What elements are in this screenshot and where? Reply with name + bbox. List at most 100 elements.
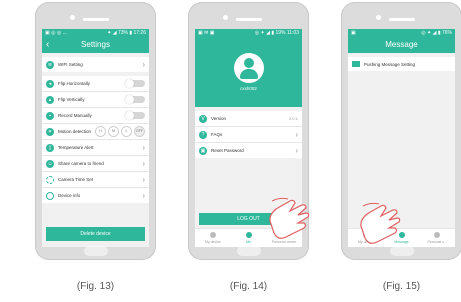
temperature-icon: ▯ <box>46 143 54 152</box>
row-flip-vertically[interactable]: ▴ Flip Vertically <box>42 92 149 108</box>
status-right: ◎ ✦ ◢ ▮ 76% <box>421 30 452 36</box>
faq-icon: ? <box>199 130 207 139</box>
home-button <box>83 246 108 256</box>
flip-horizontal-toggle[interactable] <box>125 79 145 88</box>
row-reset-password[interactable]: ▣ Reset Password › <box>195 143 302 158</box>
settings-group-2: ◂ Flip Horizontally ▴ Flip Vertically ▪ … <box>42 76 149 203</box>
row-label: Share camera to friend <box>58 161 104 166</box>
figure-caption: (Fig. 14) <box>229 281 268 292</box>
settings-group-1: ≋ WIFI Setting › <box>42 57 149 72</box>
speaker <box>235 18 262 21</box>
info-icon <box>46 191 54 200</box>
profile-header: cxxh002 <box>195 37 302 107</box>
avatar-icon[interactable] <box>233 53 264 83</box>
person-icon <box>245 232 252 238</box>
row-label: Version <box>211 116 227 121</box>
row-label: Motion detection <box>58 129 92 134</box>
row-record-manually[interactable]: ▪ Record Manually <box>42 108 149 124</box>
speaker <box>388 18 415 21</box>
chevron-right-icon: › <box>142 159 145 168</box>
tab-label: Me <box>246 240 251 244</box>
page-title: Settings <box>81 40 110 49</box>
front-camera <box>375 15 381 20</box>
row-faqs[interactable]: ? FAQs › <box>195 127 302 143</box>
row-flip-horizontally[interactable]: ◂ Flip Horizontally <box>42 76 149 92</box>
row-label: Flip Horizontally <box>58 81 91 86</box>
share-icon: ☺ <box>46 159 54 168</box>
motion-level-high[interactable]: H <box>95 126 106 137</box>
wifi-icon: ≋ <box>46 60 54 69</box>
tab-label: My device <box>204 240 221 244</box>
tap-hand-icon <box>269 197 310 239</box>
status-left: ▣ ✉ ▣ <box>198 30 215 36</box>
envelope-icon <box>352 61 360 67</box>
me-options: V Version 2.0.1 ? FAQs › ▣ Reset Passwor… <box>195 111 302 158</box>
status-left: ▣ ◎ ◎ ... <box>45 30 67 36</box>
status-bar: ▣ ◎ ✦ ◢ ▮ 76% <box>348 29 455 37</box>
motion-icon: ✶ <box>46 127 54 136</box>
status-left: ▣ <box>351 30 356 36</box>
row-camera-time-set[interactable]: Camera Time Set › <box>42 172 149 188</box>
motion-level-off[interactable]: OFF <box>134 126 145 137</box>
back-icon[interactable]: ‹ <box>46 37 49 53</box>
row-version[interactable]: V Version 2.0.1 <box>195 111 302 127</box>
phone-fig15: ▣ ◎ ✦ ◢ ▮ 76% Message Pushing Message Se… <box>341 2 461 260</box>
row-label: Camera Time Set <box>58 177 94 182</box>
front-camera <box>69 15 75 20</box>
front-camera <box>222 15 228 20</box>
row-label: FAQs <box>211 132 223 137</box>
flip-horizontal-icon: ◂ <box>46 79 54 88</box>
status-right: ◎ ✦ ◢ ▮ 19% 11:03 <box>254 30 299 36</box>
tab-label: Personal c... <box>427 240 447 244</box>
username: cxxh002 <box>240 86 257 91</box>
row-label: Record Manually <box>58 113 92 118</box>
chevron-right-icon: › <box>142 175 145 184</box>
flip-vertical-icon: ▴ <box>46 95 54 104</box>
settings-screen: ▣ ◎ ◎ ... ✦ ◢ 73% ▮ 17:26 ‹ Settings ≋ W… <box>42 29 149 247</box>
status-bar: ▣ ◎ ◎ ... ✦ ◢ 73% ▮ 17:26 <box>42 29 149 37</box>
page-title: Message <box>385 40 418 49</box>
clock-icon <box>46 175 54 184</box>
tab-my-device[interactable]: My device <box>195 229 231 247</box>
version-value: 2.0.1 <box>289 116 298 121</box>
motion-level-selector[interactable]: H M L OFF <box>95 126 145 137</box>
row-share-camera[interactable]: ☺ Share camera to friend › <box>42 156 149 172</box>
person-icon <box>434 232 441 238</box>
list-item-pushing-message[interactable]: Pushing Message Setting <box>348 57 455 71</box>
row-temperature-alert[interactable]: ▯ Temperature Alert › <box>42 140 149 156</box>
figure-caption: (Fig. 15) <box>382 281 421 292</box>
list-item-label: Pushing Message Setting <box>364 61 416 67</box>
lock-icon: ▣ <box>199 146 207 155</box>
motion-level-medium[interactable]: M <box>108 126 119 137</box>
chevron-right-icon: › <box>142 60 145 69</box>
tab-me[interactable]: Me <box>231 229 267 247</box>
phone-fig14: ▣ ✉ ▣ ◎ ✦ ◢ ▮ 19% 11:03 cxxh002 V Versio… <box>188 2 310 260</box>
phone-fig13: ▣ ◎ ◎ ... ✦ ◢ 73% ▮ 17:26 ‹ Settings ≋ W… <box>35 2 156 260</box>
version-icon: V <box>199 114 207 123</box>
motion-level-low[interactable]: L <box>121 126 132 137</box>
row-label: Temperature Alert <box>58 145 94 150</box>
title-bar: ‹ Settings <box>42 37 149 53</box>
row-motion-detection[interactable]: ✶ Motion detection H M L OFF <box>42 124 149 140</box>
record-manually-toggle[interactable] <box>125 111 145 120</box>
row-device-info[interactable]: Device info › <box>42 188 149 203</box>
chevron-right-icon: › <box>142 191 145 200</box>
tab-personal-center[interactable]: Personal c... <box>419 229 455 247</box>
chevron-right-icon: › <box>295 146 298 155</box>
chevron-right-icon: › <box>142 143 145 152</box>
speaker <box>82 18 109 21</box>
chevron-right-icon: › <box>295 130 298 139</box>
row-label: Device info <box>58 193 81 198</box>
record-icon: ▪ <box>46 111 54 120</box>
home-button <box>236 246 261 256</box>
row-label: Reset Password <box>211 148 244 153</box>
flip-vertical-toggle[interactable] <box>125 95 145 104</box>
status-bar: ▣ ✉ ▣ ◎ ✦ ◢ ▮ 19% 11:03 <box>195 29 302 37</box>
row-wifi-setting[interactable]: ≋ WIFI Setting › <box>42 57 149 72</box>
status-right: ✦ ◢ 73% ▮ 17:26 <box>107 30 146 36</box>
row-label: Flip Vertically <box>58 97 85 102</box>
tap-hand-icon <box>360 202 401 244</box>
delete-device-button[interactable]: Delete device <box>46 227 145 241</box>
figure-caption: (Fig. 13) <box>76 281 115 292</box>
title-bar: Message <box>348 37 455 53</box>
